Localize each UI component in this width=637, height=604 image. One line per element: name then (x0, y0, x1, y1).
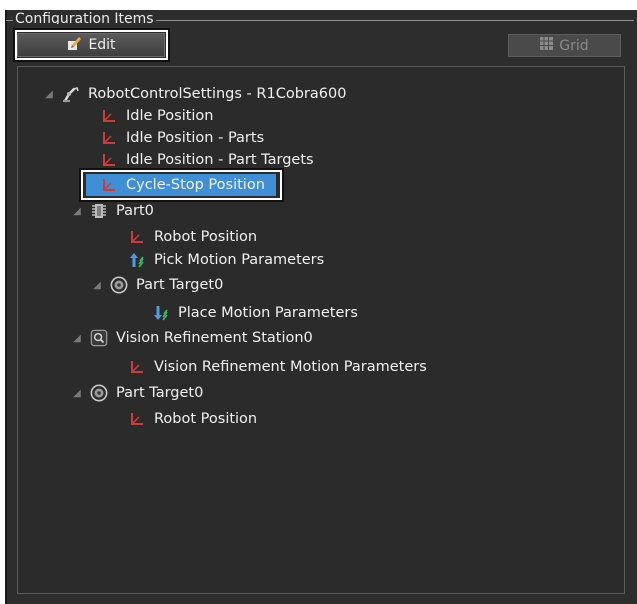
tree-node-label: Part Target0 (116, 385, 204, 401)
part-icon (90, 202, 108, 220)
tree-node-part0[interactable]: ◢ Part0 (72, 200, 154, 222)
tree-node-part0-robot-position[interactable]: Robot Position (128, 226, 257, 248)
collapse-arrow-icon[interactable]: ◢ (92, 280, 102, 291)
tree-node-vision-refinement-station0[interactable]: ◢ Vision Refinement Station0 (72, 327, 313, 349)
grid-button[interactable]: Grid (508, 34, 621, 57)
tree-node-label: Idle Position (126, 108, 214, 124)
robot-arm-icon (62, 85, 80, 103)
position-icon (128, 358, 146, 376)
motion-parameters-icon (152, 304, 170, 322)
tree-node-root[interactable]: ◢ RobotControlSettings - R1Cobra600 (44, 83, 346, 105)
tree-node-label: Vision Refinement Motion Parameters (154, 359, 427, 375)
tree-node-pick-motion-parameters[interactable]: Pick Motion Parameters (128, 249, 324, 271)
collapse-arrow-icon[interactable]: ◢ (72, 333, 82, 344)
tree-node-vision-refinement-motion-parameters[interactable]: Vision Refinement Motion Parameters (128, 356, 427, 378)
tree-node-label: RobotControlSettings - R1Cobra600 (88, 86, 347, 102)
tree-node-label: Part0 (116, 203, 154, 219)
position-icon (100, 151, 118, 169)
position-icon (128, 228, 146, 246)
tree-node-part-target0-nested[interactable]: ◢ Part Target0 (92, 274, 223, 296)
tree-node-idle-position-parts[interactable]: Idle Position - Parts (100, 127, 264, 149)
group-title: Configuration Items (13, 11, 156, 24)
tree-node-part-target0-robot-position[interactable]: Robot Position (128, 408, 257, 430)
tree-node-label: Robot Position (154, 411, 258, 427)
selected-item-highlight (79, 168, 284, 202)
tree-node-part-target0[interactable]: ◢ Part Target0 (72, 382, 203, 404)
collapse-arrow-icon[interactable]: ◢ (44, 89, 54, 100)
tree-node-place-motion-parameters[interactable]: Place Motion Parameters (152, 302, 358, 324)
tree-node-idle-position[interactable]: Idle Position (100, 105, 214, 127)
grid-label: Grid (559, 37, 589, 54)
tree-node-label: Pick Motion Parameters (154, 252, 325, 268)
collapse-arrow-icon[interactable]: ◢ (72, 206, 82, 217)
position-icon (100, 107, 118, 125)
part-target-icon (110, 276, 128, 294)
tree-node-label: Vision Refinement Station0 (116, 330, 313, 346)
tree-node-label: Idle Position - Parts (126, 130, 265, 146)
part-target-icon (90, 384, 108, 402)
collapse-arrow-icon[interactable]: ◢ (72, 388, 82, 399)
position-icon (100, 129, 118, 147)
tree-node-label: Part Target0 (136, 277, 224, 293)
grid-icon (540, 37, 554, 54)
tree-node-label: Idle Position - Part Targets (126, 152, 314, 168)
tree-node-label: Robot Position (154, 229, 258, 245)
vision-station-icon (90, 329, 108, 347)
tree-node-label: Place Motion Parameters (178, 305, 358, 321)
position-icon (128, 410, 146, 428)
edit-button-highlight (13, 28, 170, 62)
motion-parameters-icon (128, 251, 146, 269)
